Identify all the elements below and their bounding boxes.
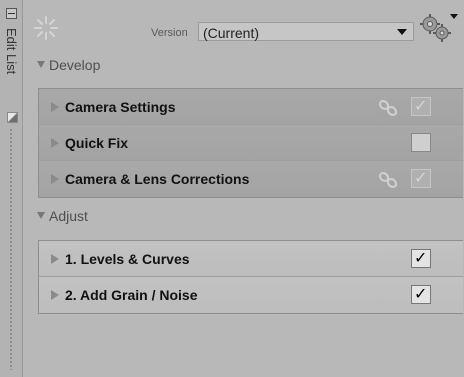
collapse-triangle-icon <box>37 212 45 219</box>
resize-grip[interactable] <box>9 128 13 370</box>
expand-triangle-icon[interactable] <box>51 254 59 264</box>
step-enable-checkbox[interactable] <box>411 133 431 152</box>
expand-triangle-icon[interactable] <box>51 138 59 148</box>
expand-triangle-icon[interactable] <box>51 174 59 184</box>
step-label: 2. Add Grain / Noise <box>65 287 198 303</box>
version-bar: Version (Current) <box>23 0 464 50</box>
adjust-section-header[interactable]: Adjust <box>23 203 464 229</box>
edit-list-panel: Version (Current) Develop Camera Setting… <box>23 0 464 377</box>
step-enable-checkbox[interactable]: ✓ <box>411 97 431 116</box>
version-label: Version <box>151 27 188 39</box>
expand-triangle-icon[interactable] <box>51 290 59 300</box>
step-enable-checkbox[interactable]: ✓ <box>411 285 431 304</box>
side-panel-title: Edit List <box>4 28 19 75</box>
step-label: Camera & Lens Corrections <box>65 171 250 187</box>
adjust-step-list: 1. Levels & Curves ✓ 2. Add Grain / Nois… <box>38 240 463 314</box>
develop-section-title: Develop <box>49 57 101 73</box>
link-icon <box>378 172 398 188</box>
collapse-triangle-icon <box>37 61 45 68</box>
adjust-section-title: Adjust <box>49 208 88 224</box>
develop-step-list: Camera Settings ✓ Quick Fix Camera & Len… <box>38 88 463 198</box>
version-dropdown[interactable]: (Current) <box>198 22 414 41</box>
develop-section-header[interactable]: Develop <box>23 52 464 78</box>
step-enable-checkbox[interactable]: ✓ <box>411 249 431 268</box>
step-row-add-grain-noise[interactable]: 2. Add Grain / Noise ✓ <box>39 277 463 313</box>
step-label: 1. Levels & Curves <box>65 251 190 267</box>
dropdown-arrow-icon <box>397 29 407 35</box>
expand-triangle-icon[interactable] <box>51 102 59 112</box>
gears-menu-icon[interactable] <box>415 10 459 46</box>
side-strip: Edit List <box>0 0 23 377</box>
step-row-levels-curves[interactable]: 1. Levels & Curves ✓ <box>39 241 463 277</box>
spinner-icon <box>34 16 58 40</box>
step-label: Quick Fix <box>65 135 129 151</box>
step-row-camera-settings[interactable]: Camera Settings ✓ <box>39 89 463 125</box>
collapse-panel-button[interactable] <box>6 8 17 19</box>
step-label: Camera Settings <box>65 99 176 115</box>
step-row-camera-lens-corrections[interactable]: Camera & Lens Corrections ✓ <box>39 161 463 197</box>
step-row-quick-fix[interactable]: Quick Fix <box>39 125 463 161</box>
version-value: (Current) <box>203 25 260 41</box>
panel-thumbnail-icon <box>7 112 18 123</box>
step-enable-checkbox[interactable]: ✓ <box>411 169 431 188</box>
link-icon <box>378 100 398 116</box>
